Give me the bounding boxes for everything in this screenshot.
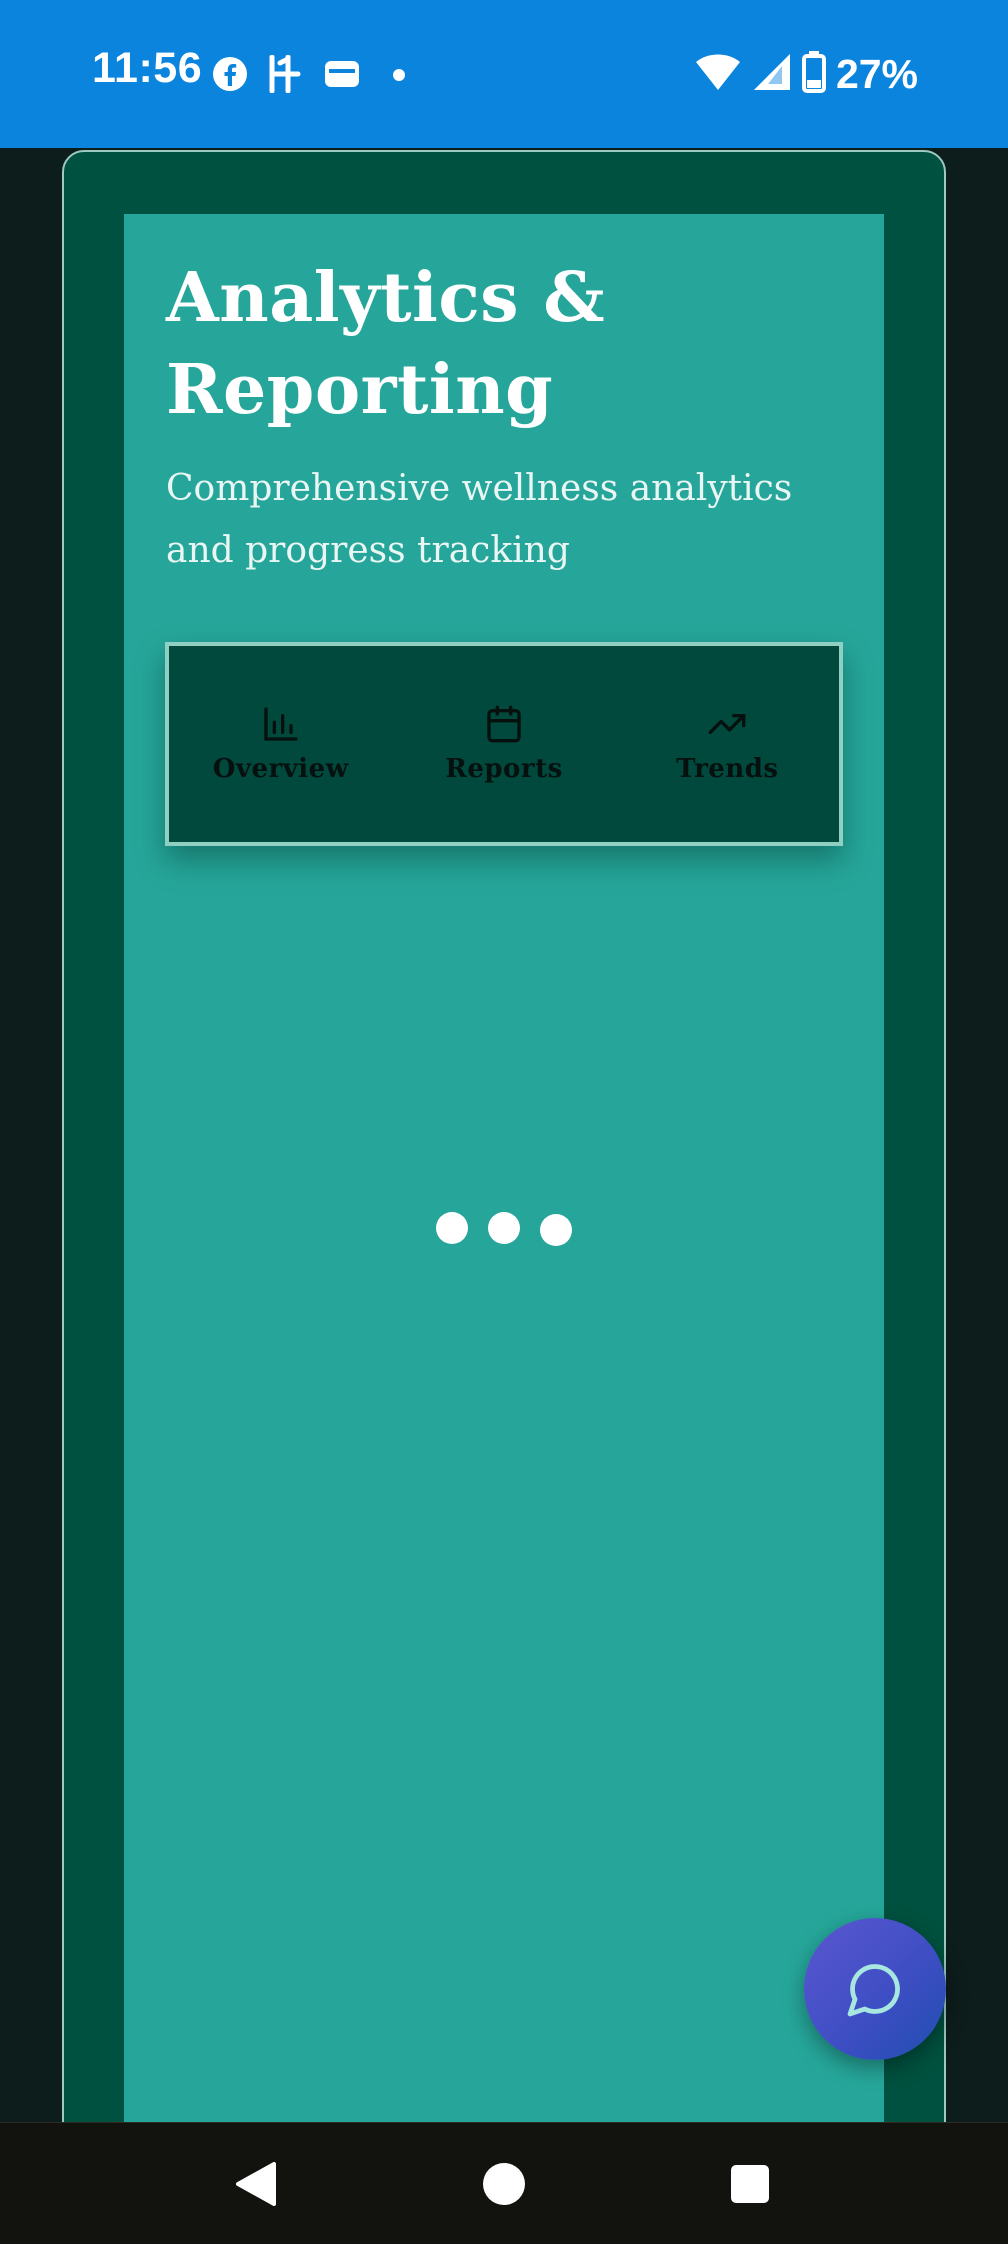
tab-overview-label: Overview (212, 754, 349, 784)
wifi-icon (694, 52, 742, 96)
back-icon (236, 2162, 276, 2206)
page-subtitle: Comprehensive wellness analytics and pro… (166, 468, 793, 571)
calendar-icon (487, 705, 521, 743)
back-button[interactable] (196, 2123, 316, 2244)
chat-button[interactable] (804, 1918, 946, 2060)
system-icons: 27% (694, 50, 918, 98)
bar-chart-icon (263, 707, 298, 741)
wallet-icon (324, 59, 360, 93)
loading-dot (488, 1212, 520, 1244)
battery-icon (801, 51, 826, 97)
status-time: 11:56 (92, 44, 203, 92)
loading-indicator (436, 1210, 572, 1246)
facebook-icon (212, 56, 248, 96)
tab-reports-label: Reports (445, 754, 563, 784)
home-icon (483, 2163, 525, 2205)
tab-trends-label: Trends (676, 754, 779, 784)
tab-trends[interactable]: Trends (616, 646, 839, 842)
tab-reports[interactable]: Reports (392, 646, 615, 842)
system-nav-bar (0, 2122, 1008, 2244)
h-app-icon (266, 54, 306, 97)
status-bar: 11:56 27% (0, 0, 1008, 148)
chat-bubble-icon (847, 1964, 900, 2017)
page-title: Analytics & Reporting (166, 258, 606, 430)
loading-dot (436, 1212, 468, 1244)
notification-icons (212, 54, 406, 98)
recents-icon (731, 2165, 769, 2203)
recents-button[interactable] (690, 2123, 810, 2244)
tab-overview[interactable]: Overview (169, 646, 392, 842)
notification-dot-icon (392, 67, 406, 86)
cellular-signal-icon (752, 52, 792, 96)
battery-percent: 27% (835, 50, 918, 97)
trending-up-icon (708, 714, 746, 734)
analytics-tab-bar: Overview Reports Trends (165, 642, 843, 846)
loading-dot (540, 1214, 572, 1246)
home-button[interactable] (444, 2123, 564, 2244)
